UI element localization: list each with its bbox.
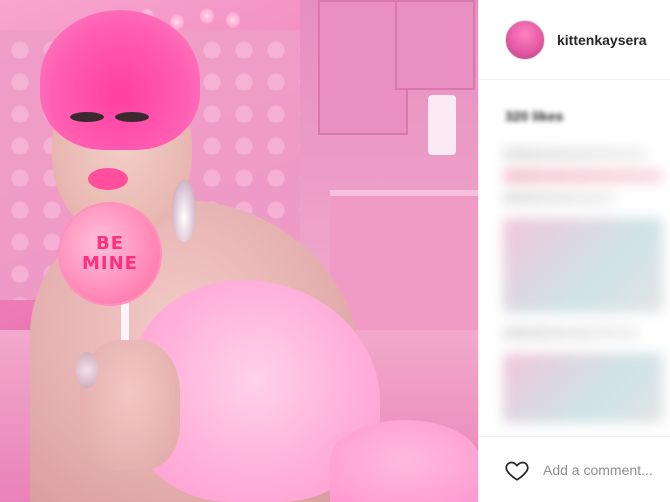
username-link[interactable]: kittenkaysera — [557, 32, 647, 48]
heart-icon[interactable] — [503, 457, 531, 483]
lollipop-text-line1: BE — [95, 233, 124, 254]
heart-lollipop: BE MINE — [60, 204, 160, 304]
ring — [76, 352, 98, 388]
avatar[interactable] — [505, 19, 545, 60]
post-image[interactable]: BE MINE — [0, 0, 478, 502]
paper-towel-roll — [428, 95, 456, 155]
like-count[interactable]: 320 likes — [505, 108, 563, 124]
earring — [172, 180, 196, 242]
feather-boa-lower — [330, 420, 478, 502]
pink-hair — [40, 10, 200, 150]
right-eye — [115, 112, 149, 122]
post-header: kittenkaysera — [479, 0, 670, 80]
upper-cabinet-right — [395, 0, 475, 90]
left-eye — [70, 112, 104, 122]
blurred-comments — [503, 138, 663, 428]
lips — [88, 168, 128, 190]
comment-input[interactable] — [543, 461, 670, 478]
lollipop-text-line2: MINE — [82, 253, 138, 274]
kitchen-counter — [330, 190, 478, 336]
post-sidebar: kittenkaysera 320 likes — [478, 0, 670, 502]
comment-bar — [479, 436, 670, 502]
